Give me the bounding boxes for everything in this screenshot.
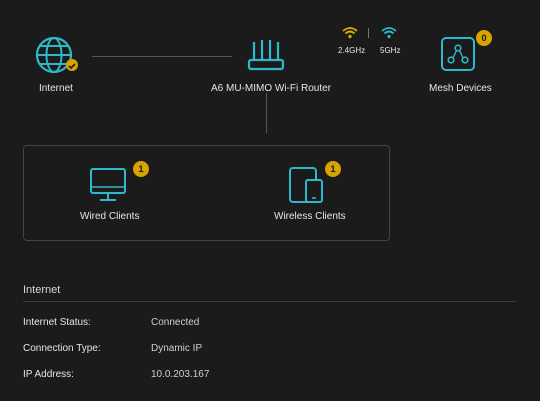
internet-router-connector [92,56,232,57]
mesh-devices-node[interactable]: 0 [440,30,496,74]
info-row-key: Internet Status: [23,317,91,328]
router-label: A6 MU-MIMO Wi-Fi Router [211,83,331,94]
band-24ghz-label: 2.4GHz [338,46,366,55]
router-node[interactable] [246,38,286,74]
info-row-key: Connection Type: [23,343,101,354]
info-row-value: 10.0.203.167 [151,369,210,380]
wifi-5ghz-indicator[interactable]: 5GHz [378,26,404,58]
info-row-value: Connected [151,317,200,328]
wired-count-badge: 1 [133,161,149,177]
mesh-devices-label: Mesh Devices [429,83,492,94]
wifi-24ghz-indicator[interactable]: 2.4GHz [338,26,372,58]
info-row-key: IP Address: [23,369,74,380]
devices-icon [288,166,326,209]
info-row-value: Dynamic IP [151,343,203,354]
wired-clients-label: Wired Clients [80,211,140,222]
mesh-count-badge: 0 [476,30,492,46]
wifi-5ghz-icon [381,26,397,44]
router-clients-connector [266,93,267,133]
connected-check-icon [66,59,78,71]
band-separator [368,28,369,38]
internet-label: Internet [39,83,73,94]
router-icon [246,38,286,79]
internet-section-title: Internet [23,284,61,296]
mesh-icon [440,36,476,77]
wifi-24ghz-icon [342,26,358,44]
wireless-clients-label: Wireless Clients [274,211,346,222]
section-divider [23,301,516,302]
band-5ghz-label: 5GHz [380,46,401,55]
wireless-clients-node[interactable]: 1 [288,160,352,204]
wired-clients-node[interactable]: 1 [88,160,152,204]
monitor-icon [88,166,128,209]
wireless-count-badge: 1 [325,161,341,177]
internet-node[interactable] [34,35,78,79]
